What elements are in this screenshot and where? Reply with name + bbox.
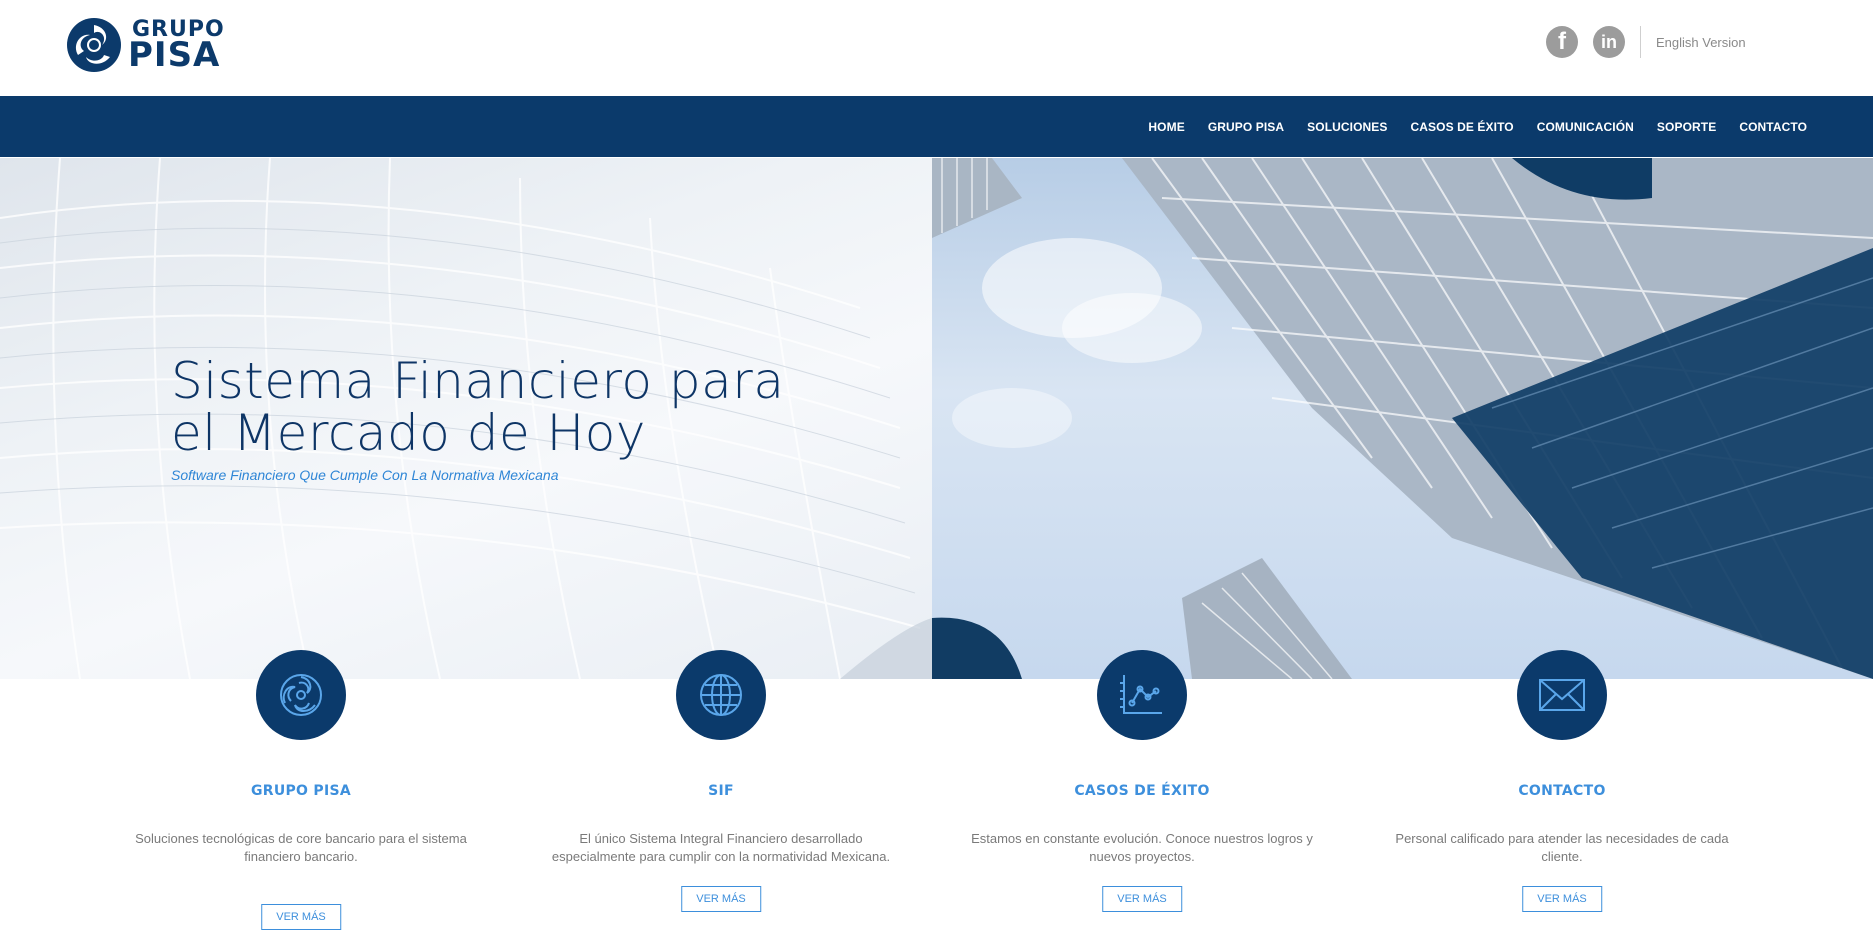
grupo-pisa-logo[interactable]: GRUPO PISA [66,15,224,75]
ver-mas-button[interactable]: VER MÁS [681,886,761,912]
nav-item-soporte[interactable]: SOPORTE [1657,120,1716,134]
nav-item-grupo-pisa[interactable]: GRUPO PISA [1208,120,1284,134]
site-header: GRUPO PISA f in English Version [0,0,1873,96]
english-version-link[interactable]: English Version [1656,35,1746,50]
hero-right-image [932,158,1873,679]
logo-text-pisa: PISA [128,35,221,75]
feature-title: SIF [708,783,734,799]
feature-sif: SIF El único Sistema Integral Financiero… [531,650,911,948]
grupo-pisa-logo-icon[interactable] [256,650,346,740]
feature-description: Soluciones tecnológicas de core bancario… [135,831,467,864]
nav-item-home[interactable]: HOME [1148,120,1184,134]
feature-title: GRUPO PISA [250,783,352,799]
linkedin-icon[interactable]: in [1593,26,1625,58]
skyscrapers-image [932,158,1873,679]
feature-title: CONTACTO [1518,783,1606,799]
feature-description: El único Sistema Integral Financiero des… [551,831,891,864]
ver-mas-button[interactable]: VER MÁS [1102,886,1182,912]
nav-item-soluciones[interactable]: SOLUCIONES [1307,120,1387,134]
hero-banner: Sistema Financiero para el Mercado de Ho… [0,158,1873,679]
nav-item-casos-de-exito[interactable]: CASOS DE ÉXITO [1411,120,1514,134]
feature-grupo-pisa: GRUPO PISA Soluciones tecnológicas de co… [111,650,491,948]
feature-contacto: CONTACTO Personal calificado para atende… [1372,650,1752,948]
envelope-icon[interactable] [1517,650,1607,740]
facebook-icon[interactable]: f [1546,26,1578,58]
feature-description: Estamos en constante evolución. Conoce n… [971,831,1313,864]
ver-mas-button[interactable]: VER MÁS [1522,886,1602,912]
hero-title: Sistema Financiero para el Mercado de Ho… [171,355,784,459]
grupo-pisa-emblem-icon [67,18,121,72]
main-nav: HOME GRUPO PISA SOLUCIONES CASOS DE ÉXIT… [0,96,1873,157]
chart-icon[interactable] [1097,650,1187,740]
globe-icon[interactable] [676,650,766,740]
hero-title-line-1: Sistema Financiero para [171,352,785,410]
header-divider [1640,26,1641,58]
feature-description: Personal calificado para atender las nec… [1395,831,1729,864]
hero-subtitle: Software Financiero Que Cumple Con La No… [171,467,559,483]
nav-item-comunicacion[interactable]: COMUNICACIÓN [1537,120,1634,134]
feature-title: CASOS DE ÉXITO [1074,783,1210,799]
hero-title-line-2: el Mercado de Hoy [171,404,646,462]
ver-mas-button[interactable]: VER MÁS [261,904,341,930]
feature-casos-de-exito: CASOS DE ÉXITO Estamos en constante evol… [952,650,1332,948]
nav-item-contacto[interactable]: CONTACTO [1739,120,1807,134]
